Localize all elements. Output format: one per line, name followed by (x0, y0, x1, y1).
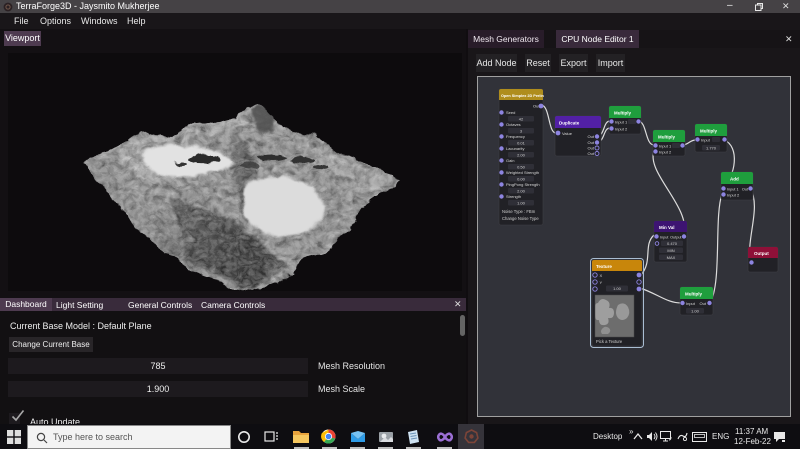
svg-text:Output: Output (754, 251, 769, 256)
svg-text:Input 1: Input 1 (615, 120, 628, 125)
svg-text:PingPong Strength: PingPong Strength (506, 182, 540, 187)
svg-text:MIN: MIN (667, 248, 674, 253)
svg-text:Input: Input (701, 138, 711, 143)
svg-text:Out: Out (588, 146, 595, 151)
svg-text:Weighted Strength: Weighted Strength (506, 170, 539, 175)
svg-text:Input 1: Input 1 (659, 144, 672, 149)
svg-text:42: 42 (519, 116, 524, 121)
svg-text:Frequency: Frequency (506, 134, 525, 139)
svg-text:Out: Out (588, 134, 595, 139)
svg-text:X: X (600, 273, 603, 278)
svg-text:1.00: 1.00 (517, 200, 526, 205)
svg-text:0.50: 0.50 (517, 164, 526, 169)
svg-text:1.770: 1.770 (706, 145, 717, 150)
svg-text:Y: Y (600, 280, 603, 285)
svg-text:Input 2: Input 2 (659, 150, 672, 155)
svg-text:Change Noise Type: Change Noise Type (502, 216, 539, 221)
svg-text:Texture: Texture (596, 264, 612, 269)
svg-text:Multiply: Multiply (658, 135, 675, 140)
svg-text:Noise Type : FBm: Noise Type : FBm (502, 209, 536, 214)
svg-text:Input: Input (660, 235, 669, 239)
svg-text:0.01: 0.01 (517, 140, 526, 145)
svg-text:Seed: Seed (506, 110, 515, 115)
svg-text:Duplicate: Duplicate (559, 121, 580, 126)
svg-text:MAX: MAX (667, 255, 676, 260)
svg-text:Input 2: Input 2 (615, 127, 628, 132)
svg-text:Output: Output (670, 235, 682, 239)
svg-text:Input 2: Input 2 (727, 193, 740, 198)
svg-text:2.00: 2.00 (517, 152, 526, 157)
svg-text:Min Val: Min Val (659, 225, 675, 230)
svg-text:Multiply: Multiply (700, 129, 717, 134)
svg-text:Multiply: Multiply (614, 111, 631, 116)
svg-text:0.470: 0.470 (667, 241, 678, 246)
svg-text:Strength: Strength (506, 194, 521, 199)
svg-text:Out: Out (742, 187, 749, 191)
svg-text:Out: Out (588, 140, 595, 145)
svg-text:1.00: 1.00 (613, 286, 622, 291)
svg-text:Multiply: Multiply (685, 292, 702, 297)
svg-text:Input 1: Input 1 (727, 187, 739, 191)
svg-text:2.00: 2.00 (517, 188, 526, 193)
svg-text:Open Simplex 2D Perlin: Open Simplex 2D Perlin (501, 94, 545, 98)
svg-text:Value: Value (562, 131, 573, 136)
svg-text:1.00: 1.00 (691, 308, 700, 313)
svg-text:Input: Input (686, 301, 696, 306)
svg-text:Out: Out (588, 151, 595, 156)
svg-text:Out: Out (700, 301, 707, 306)
svg-text:Gain: Gain (506, 158, 514, 163)
svg-text:0.00: 0.00 (517, 176, 526, 181)
svg-text:Lacunarity: Lacunarity (506, 146, 524, 151)
svg-text:Pick a Texture: Pick a Texture (596, 339, 623, 344)
svg-text:Add: Add (730, 177, 739, 182)
svg-text:Octaves: Octaves (506, 122, 521, 127)
